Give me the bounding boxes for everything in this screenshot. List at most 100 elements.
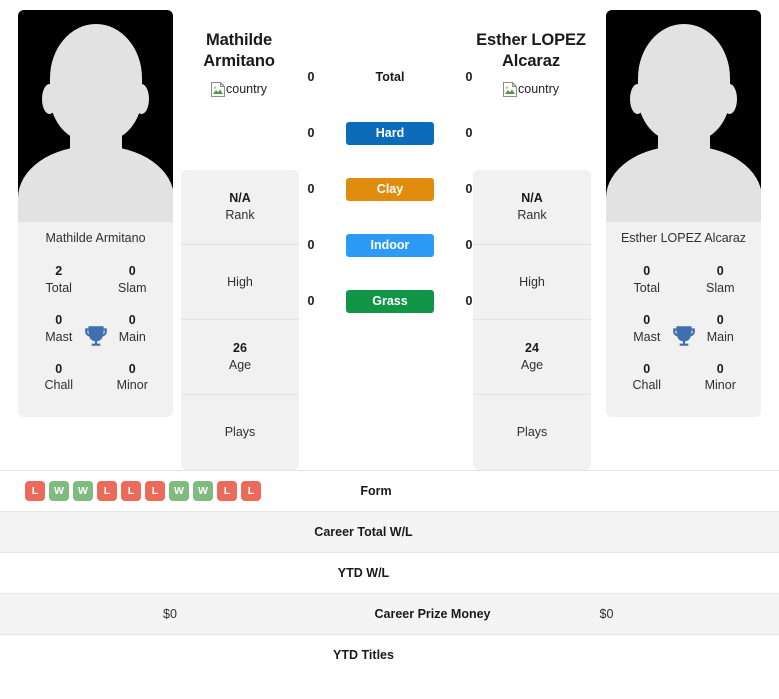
stats-label-career-total-wl: Career Total W/L bbox=[314, 525, 413, 539]
player-card-name-right: Esther LOPEZ Alcaraz bbox=[620, 231, 747, 245]
titles-chall-right: 0 Chall bbox=[610, 354, 684, 403]
titles-main-right: 0 Main bbox=[684, 305, 758, 354]
avatar-silhouette-ear-right bbox=[722, 84, 737, 114]
form-badges-left: LWWLLLWWLL bbox=[25, 481, 261, 501]
titles-total-label-left: Total bbox=[45, 280, 72, 295]
titles-main-left: 0 Main bbox=[96, 305, 170, 354]
info-row-rank-left: N/A Rank bbox=[181, 170, 299, 245]
surface-row-total: 0 Total 0 bbox=[300, 64, 480, 90]
titles-slam-label-right: Slam bbox=[706, 280, 735, 295]
titles-total-label-right: Total bbox=[633, 280, 660, 295]
info-high-label-left: High bbox=[227, 274, 253, 289]
titles-slam-value-left: 0 bbox=[128, 264, 136, 278]
stats-row-career-prize-money: $0 Career Prize Money $0 bbox=[0, 593, 779, 634]
stats-label-career-prize-money: Career Prize Money bbox=[374, 607, 491, 621]
form-badge-loss: L bbox=[145, 481, 165, 501]
titles-slam-right: 0 Slam bbox=[684, 256, 758, 305]
country-flag-alt-right: country bbox=[518, 82, 559, 97]
surface-hard-score-right: 0 bbox=[465, 126, 473, 140]
surface-row-hard: 0 Hard 0 bbox=[300, 120, 480, 146]
titles-main-label-left: Main bbox=[118, 329, 146, 344]
form-strip-left: LWWLLLWWLL bbox=[25, 481, 261, 501]
avatar-silhouette-body bbox=[606, 146, 761, 222]
stats-row-ytd-titles: YTD Titles bbox=[0, 634, 779, 675]
form-badge-win: W bbox=[49, 481, 69, 501]
surface-indoor-badge[interactable]: Indoor bbox=[346, 233, 434, 257]
stats-row-career-total-wl: Career Total W/L bbox=[0, 511, 779, 552]
titles-minor-value-right: 0 bbox=[716, 361, 724, 376]
surface-row-clay: 0 Clay 0 bbox=[300, 176, 480, 202]
info-row-high-left: High bbox=[181, 245, 299, 320]
player-name-line1-right: Esther LOPEZ bbox=[476, 31, 586, 49]
info-row-age-left: 26 Age bbox=[181, 320, 299, 395]
info-age-label-left: Age bbox=[228, 358, 252, 372]
form-badge-loss: L bbox=[217, 481, 237, 501]
surface-grass-badge[interactable]: Grass bbox=[346, 289, 434, 313]
titles-slam-label-left: Slam bbox=[118, 280, 147, 295]
surface-row-indoor: 0 Indoor 0 bbox=[300, 232, 480, 258]
form-badge-win: W bbox=[169, 481, 189, 501]
info-age-value-left: 26 bbox=[233, 341, 247, 356]
stats-label-ytd-titles: YTD Titles bbox=[333, 648, 394, 662]
stats-label-form: Form bbox=[360, 484, 392, 498]
broken-image-icon bbox=[211, 81, 225, 97]
info-rank-value-right: N/A bbox=[521, 191, 543, 206]
player-name-line2-left: Armitano bbox=[203, 51, 275, 70]
titles-mast-left: 0 Mast bbox=[22, 305, 96, 354]
info-card-left: N/A Rank High 26 Age Plays bbox=[181, 170, 299, 470]
titles-minor-label-left: Minor bbox=[116, 378, 148, 393]
country-flag-alt-left: country bbox=[226, 82, 267, 97]
titles-chall-left: 0 Chall bbox=[22, 354, 96, 403]
player-card-right: Esther LOPEZ Alcaraz 0 Total 0 Slam 0 Ma… bbox=[606, 10, 761, 417]
titles-slam-left: 0 Slam bbox=[96, 256, 170, 305]
titles-mast-label-right: Mast bbox=[633, 329, 661, 344]
titles-mast-label-left: Mast bbox=[45, 329, 73, 344]
info-row-rank-right: N/A Rank bbox=[473, 170, 591, 245]
info-age-label-right: Age bbox=[520, 358, 544, 372]
surface-total-score-left: 0 bbox=[307, 70, 315, 84]
titles-slam-value-right: 0 bbox=[716, 264, 724, 278]
info-plays-label-right: Plays bbox=[516, 425, 548, 440]
stats-row-form: LWWLLLWWLL Form bbox=[0, 470, 779, 511]
form-badge-loss: L bbox=[25, 481, 45, 501]
surface-grass-score-left: 0 bbox=[307, 294, 315, 308]
player-card-name-left: Mathilde Armitano bbox=[45, 231, 146, 245]
info-row-high-right: High bbox=[473, 245, 591, 320]
avatar-silhouette-ear-left bbox=[630, 84, 645, 114]
player-header-left: Mathilde Armitano country bbox=[159, 30, 319, 102]
avatar-silhouette-body bbox=[18, 146, 173, 222]
info-rank-label-left: Rank bbox=[225, 208, 255, 222]
stats-label-ytd-wl: YTD W/L bbox=[337, 566, 390, 580]
titles-grid-right: 0 Total 0 Slam 0 Mast 0 Main 0 Chall 0 M… bbox=[606, 256, 761, 417]
titles-minor-left: 0 Minor bbox=[96, 354, 170, 403]
titles-chall-value-right: 0 bbox=[643, 361, 651, 376]
form-badge-win: W bbox=[193, 481, 213, 501]
country-flag-right: country bbox=[503, 81, 559, 97]
surface-clay-score-left: 0 bbox=[307, 182, 315, 196]
player-card-left: Mathilde Armitano 2 Total 0 Slam 0 Mast … bbox=[18, 10, 173, 417]
surface-total-score-right: 0 bbox=[465, 70, 473, 84]
titles-total-value-left: 2 bbox=[55, 264, 63, 278]
player-name-line1-left: Mathilde bbox=[205, 31, 273, 49]
titles-minor-right: 0 Minor bbox=[684, 354, 758, 403]
titles-minor-value-left: 0 bbox=[128, 361, 136, 376]
surface-row-grass: 0 Grass 0 bbox=[300, 288, 480, 314]
info-rank-value-left: N/A bbox=[229, 191, 251, 206]
titles-chall-label-left: Chall bbox=[44, 378, 74, 393]
titles-total-left: 2 Total bbox=[22, 256, 96, 305]
form-badge-loss: L bbox=[241, 481, 261, 501]
titles-mast-right: 0 Mast bbox=[610, 305, 684, 354]
surface-hard-badge[interactable]: Hard bbox=[346, 121, 434, 145]
info-rank-label-right: Rank bbox=[517, 208, 547, 222]
career-prize-money-right: $0 bbox=[599, 607, 614, 621]
avatar-silhouette-ear-left bbox=[42, 84, 57, 114]
surface-clay-badge[interactable]: Clay bbox=[346, 177, 434, 201]
avatar-silhouette-ear-right bbox=[134, 84, 149, 114]
titles-main-label-right: Main bbox=[706, 329, 734, 344]
career-prize-money-left: $0 bbox=[163, 607, 177, 621]
country-flag-left: country bbox=[211, 81, 267, 97]
info-row-plays-left: Plays bbox=[181, 395, 299, 470]
info-age-value-right: 24 bbox=[525, 341, 539, 356]
form-badge-loss: L bbox=[121, 481, 141, 501]
titles-main-value-left: 0 bbox=[128, 312, 136, 327]
